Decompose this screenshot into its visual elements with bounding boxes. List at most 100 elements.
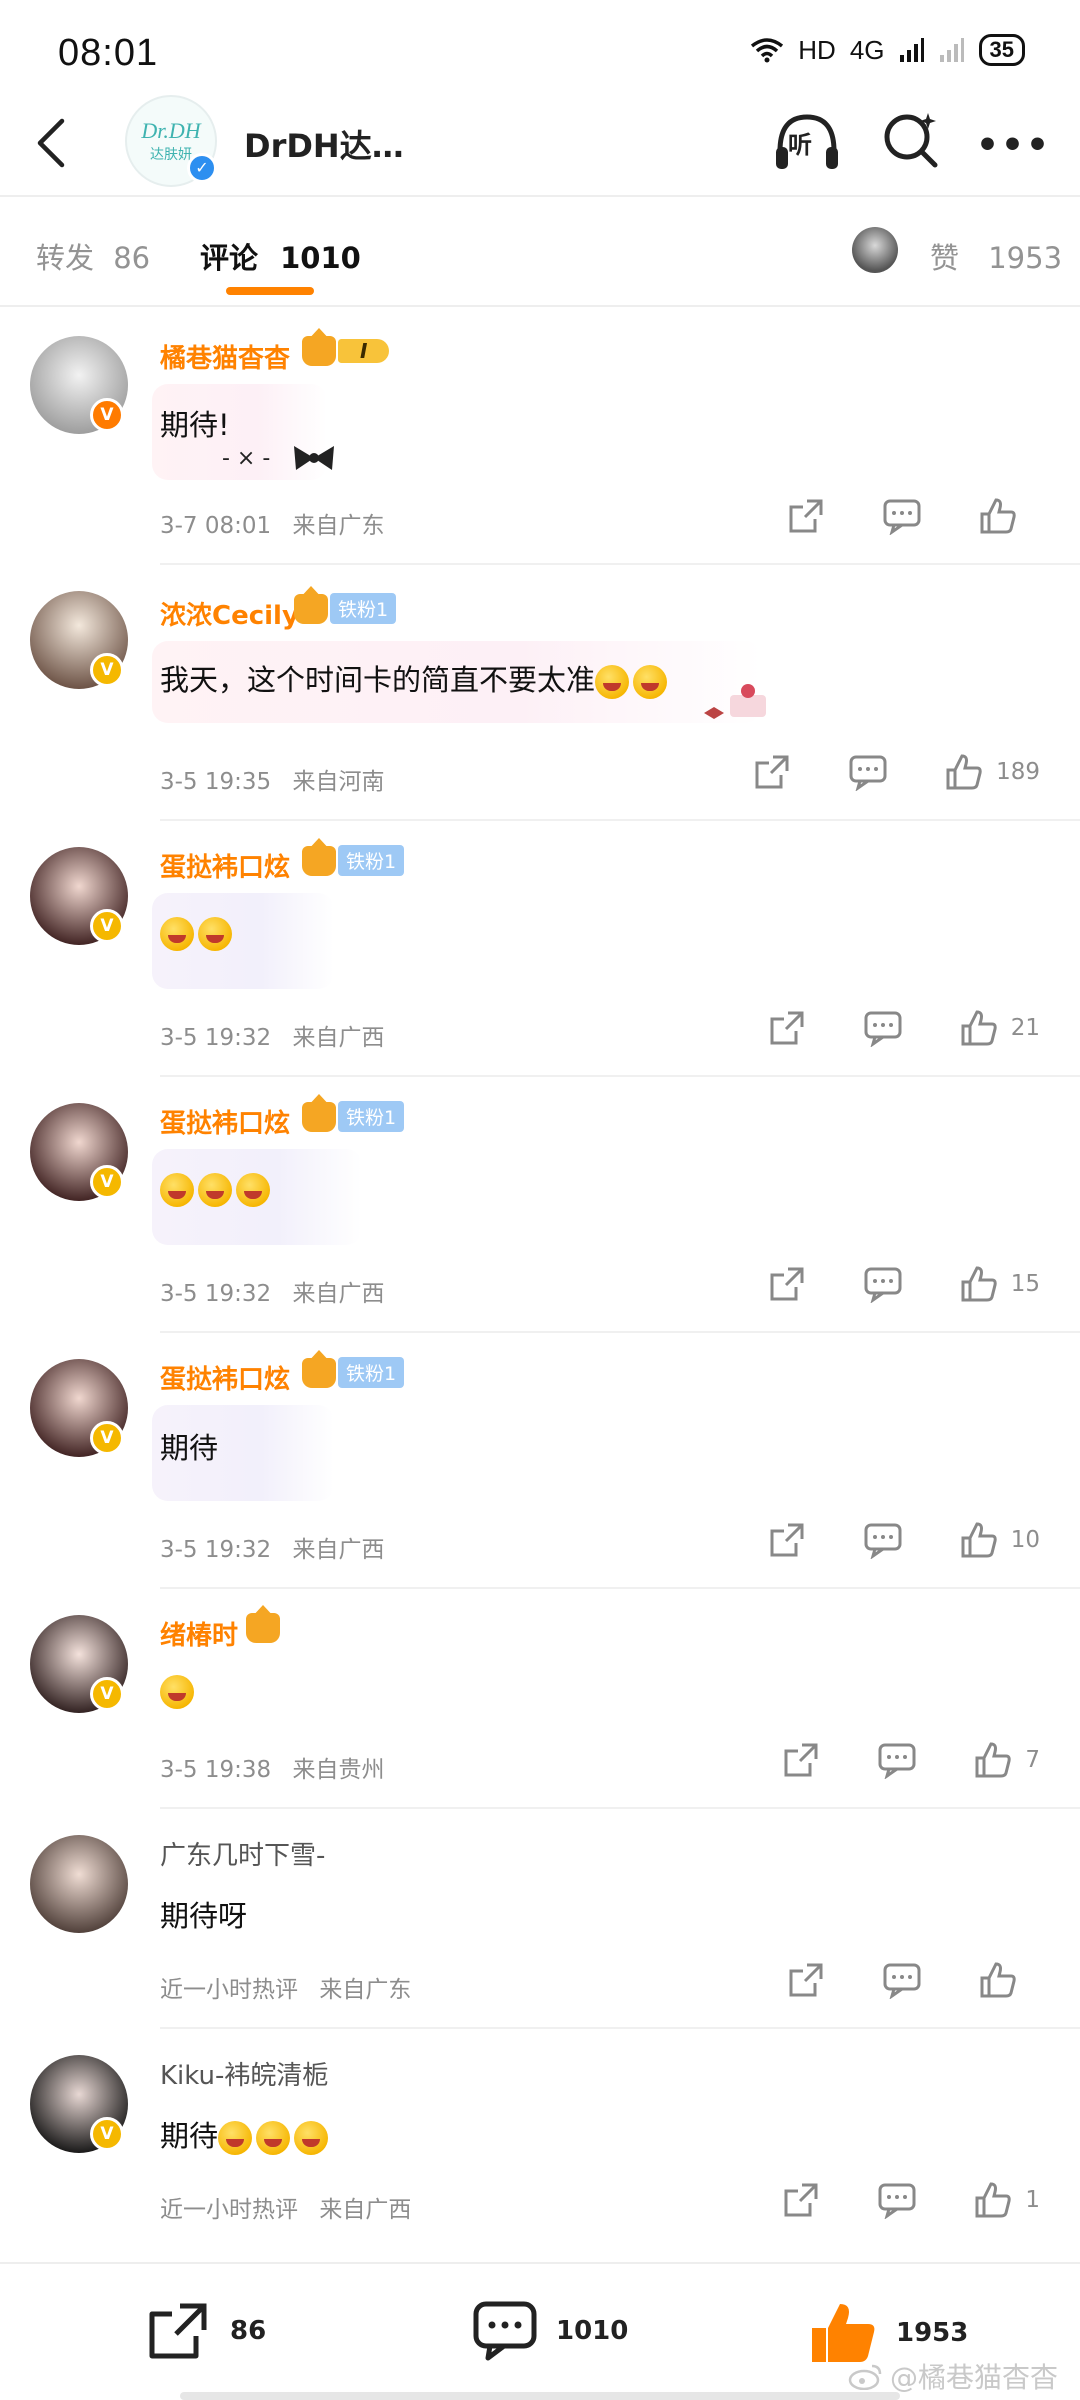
share-icon xyxy=(149,2303,207,2359)
comment-author[interactable]: 浓浓Cecily xyxy=(160,595,299,632)
comment-actions xyxy=(730,496,1040,536)
thumb-up-icon[interactable] xyxy=(978,496,1018,536)
tab-comments-count: 1010 xyxy=(280,241,361,275)
watermark-text: @橘巷猫杳杳 xyxy=(889,2361,1058,2394)
liker-avatar[interactable] xyxy=(852,227,898,273)
bottom-repost-count: 86 xyxy=(230,2316,267,2346)
comment-icon[interactable] xyxy=(882,1960,922,2000)
header: Dr.DH 达肤妍 ✓ DrDH达… 听 ••• xyxy=(0,95,1080,195)
battery-indicator: 35 xyxy=(978,34,1025,66)
thumb-up-icon[interactable] xyxy=(973,1740,1013,1780)
share-icon[interactable] xyxy=(781,1740,821,1780)
more-button[interactable]: ••• xyxy=(976,125,1051,166)
weibo-logo-icon xyxy=(848,2364,882,2390)
tab-likes[interactable]: 赞 1953 xyxy=(930,235,1062,277)
comment-icon[interactable] xyxy=(863,1264,903,1304)
verified-icon: V xyxy=(90,2117,124,2151)
crown-icon xyxy=(302,328,336,366)
comment-actions: 21 xyxy=(711,1008,1040,1048)
comment-author[interactable]: 广东几时下雪- xyxy=(160,1835,325,1872)
bottom-comment-button[interactable]: 1010 xyxy=(472,2300,628,2362)
thumb-up-icon[interactable] xyxy=(959,1264,999,1304)
comment-meta: 3-7 08:01 来自广东 xyxy=(160,506,384,540)
active-tab-indicator xyxy=(226,287,314,295)
share-icon[interactable] xyxy=(767,1520,807,1560)
tab-repost[interactable]: 转发 86 xyxy=(36,235,150,277)
comment-text: 我天，这个时间卡的简直不要太准 xyxy=(160,657,671,699)
comment-icon[interactable] xyxy=(877,2180,917,2220)
tab-bar: 转发 86 评论 1010 赞 1953 xyxy=(0,215,1080,305)
tongue-emoji-icon xyxy=(236,1173,270,1207)
grin-emoji-icon xyxy=(198,917,232,951)
level-tag: I xyxy=(338,339,390,363)
tab-comments[interactable]: 评论 1010 xyxy=(200,235,361,277)
comment-text xyxy=(160,1673,198,1709)
logo-subtext: 达肤妍 xyxy=(150,147,192,163)
comment-item: V 橘巷猫杳杳 I 期待! - × - 3-7 08:01 来自广东 xyxy=(0,310,1080,565)
avatar[interactable] xyxy=(30,1835,128,1933)
comment-location: 来自河南 xyxy=(292,769,385,795)
thumb-up-icon[interactable] xyxy=(959,1008,999,1048)
signal-weak-icon xyxy=(939,38,964,62)
comment-actions: 1 xyxy=(725,2180,1040,2220)
like-count: 189 xyxy=(996,759,1040,785)
member-badge: I xyxy=(302,328,390,366)
share-icon[interactable] xyxy=(767,1264,807,1304)
home-indicator[interactable] xyxy=(180,2392,900,2400)
share-icon[interactable] xyxy=(781,2180,821,2220)
tab-likes-count: 1953 xyxy=(988,241,1063,275)
comment-text-body: 期待 xyxy=(160,2119,219,2153)
thumb-up-icon[interactable] xyxy=(959,1520,999,1560)
member-badge: 铁粉1 xyxy=(302,1093,405,1132)
comment-meta: 近一小时热评 来自广东 xyxy=(160,1970,411,2004)
comment-time: 3-7 08:01 xyxy=(160,513,272,539)
comment-icon[interactable] xyxy=(863,1520,903,1560)
like-count: 1 xyxy=(1025,2187,1040,2213)
comment-icon[interactable] xyxy=(863,1008,903,1048)
share-icon[interactable] xyxy=(786,496,826,536)
verified-icon: V xyxy=(90,1165,124,1199)
cake-icon xyxy=(704,684,766,719)
comment-location: 来自广西 xyxy=(292,1025,385,1051)
share-icon[interactable] xyxy=(767,1008,807,1048)
thumb-up-icon[interactable] xyxy=(978,1960,1018,2000)
header-divider xyxy=(0,195,1080,197)
thumb-up-icon[interactable] xyxy=(944,752,984,792)
tab-divider xyxy=(0,305,1080,307)
comment-author[interactable]: 蛋挞袆口炫 xyxy=(160,847,290,884)
wifi-icon xyxy=(751,38,784,63)
comment-author[interactable]: 绪椿时 xyxy=(160,1615,238,1652)
comment-time: 3-5 19:32 xyxy=(160,1537,272,1563)
tab-repost-count: 86 xyxy=(113,241,151,275)
comment-icon xyxy=(473,2301,537,2361)
verified-icon: V xyxy=(90,653,124,687)
comment-text: 期待 xyxy=(160,2113,332,2155)
account-avatar[interactable]: Dr.DH 达肤妍 ✓ xyxy=(125,95,217,187)
back-button[interactable] xyxy=(30,113,74,173)
share-icon[interactable] xyxy=(752,752,792,792)
comment-location: 来自广东 xyxy=(292,513,385,539)
listen-button[interactable]: 听 xyxy=(772,107,842,177)
share-icon[interactable] xyxy=(786,1960,826,2000)
comment-author[interactable]: 蛋挞袆口炫 xyxy=(160,1359,290,1396)
comment-icon[interactable] xyxy=(882,496,922,536)
crown-icon xyxy=(246,1605,280,1643)
comment-author[interactable]: Kiku-袆皖清栀 xyxy=(160,2055,328,2092)
comment-time: 近一小时热评 xyxy=(160,2197,298,2223)
crown-icon xyxy=(294,585,328,624)
search-button[interactable] xyxy=(880,109,942,171)
comment-author[interactable]: 橘巷猫杳杳 xyxy=(160,338,290,375)
fan-tag: 铁粉1 xyxy=(338,845,405,876)
bottom-like-count: 1953 xyxy=(896,2318,969,2348)
bottom-repost-button[interactable]: 86 xyxy=(146,2300,266,2362)
comment-meta: 近一小时热评 来自广西 xyxy=(160,2190,411,2224)
comment-meta: 3-5 19:32 来自广西 xyxy=(160,1530,384,1564)
comment-author[interactable]: 蛋挞袆口炫 xyxy=(160,1103,290,1140)
thumb-up-icon[interactable] xyxy=(973,2180,1013,2220)
comment-icon[interactable] xyxy=(877,1740,917,1780)
comment-icon[interactable] xyxy=(848,752,888,792)
tab-comments-label: 评论 xyxy=(200,241,259,275)
bow-icon xyxy=(294,446,334,470)
fan-tag: 铁粉1 xyxy=(330,593,397,624)
page-title[interactable]: DrDH达… xyxy=(244,121,404,167)
